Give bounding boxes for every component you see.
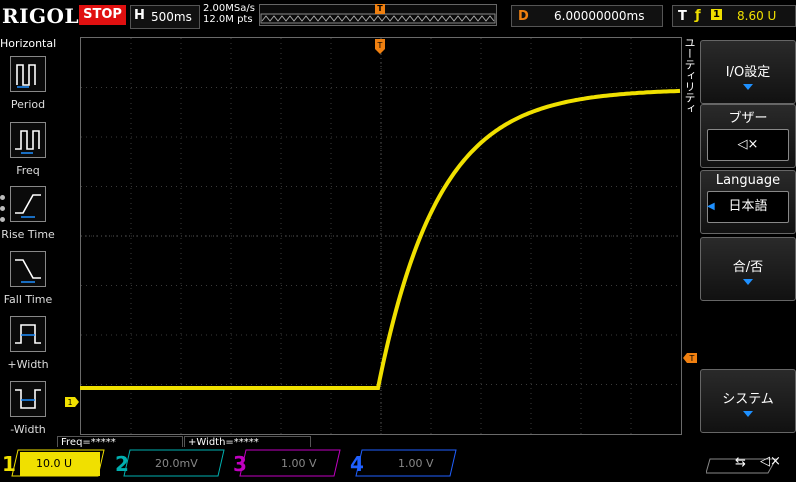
language-button[interactable]: Language ◀ 日本語 (700, 170, 796, 234)
sample-rate: 2.00MSa/s (203, 3, 255, 14)
trigger-position-marker: T (375, 4, 385, 14)
fall-time-icon (10, 251, 46, 287)
chevron-down-icon (743, 279, 753, 285)
svg-text:T: T (689, 354, 695, 363)
measure-category[interactable]: Horizontal (0, 37, 56, 50)
frequency-icon (10, 122, 46, 158)
timebase-value: 500ms (151, 10, 192, 24)
delay-label: D (518, 9, 529, 24)
measure-label: Fall Time (3, 293, 53, 306)
system-label: システム (722, 392, 774, 407)
pass-fail-button[interactable]: 合/否 (700, 237, 796, 301)
channel-scale: 1.00 V (398, 457, 434, 470)
horizontal-label: H (134, 8, 145, 23)
channel-scale: 1.00 V (281, 457, 317, 470)
rise-time-icon (10, 186, 46, 222)
chevron-down-icon (743, 84, 753, 90)
speaker-mute-icon: ◁× (707, 129, 789, 161)
buzzer-button[interactable]: ブザー ◁× (700, 104, 796, 168)
rising-edge-icon: ƒ (695, 8, 701, 23)
trigger-label: T (678, 9, 687, 24)
channel-number: 3 (233, 452, 247, 476)
channel-1-waveform (80, 88, 681, 390)
svg-text:T: T (377, 41, 383, 50)
channel-4-status[interactable]: 4 1.00 V (350, 452, 460, 476)
delay-value: 6.00000000ms (554, 9, 645, 23)
svg-text:1: 1 (67, 398, 72, 407)
period-icon (10, 56, 46, 92)
pass-fail-label: 合/否 (732, 260, 764, 275)
channel-scale: 10.0 U (36, 457, 73, 470)
language-label: Language (715, 173, 781, 188)
channel-1-status[interactable]: 1 10.0 U (0, 452, 106, 476)
channel-3-status[interactable]: 3 1.00 V (233, 452, 343, 476)
system-button[interactable]: システム (700, 369, 796, 433)
trigger-box[interactable]: T ƒ 1 8.60 U (672, 5, 796, 27)
channel-number: 2 (115, 452, 129, 476)
channel-1-trace (80, 88, 681, 390)
measure-label: Period (10, 98, 46, 111)
channel-2-status[interactable]: 2 20.0mV (115, 452, 225, 476)
trigger-level: 8.60 U (737, 9, 777, 23)
channel-number: 1 (2, 452, 16, 476)
channel-1-offset-marker[interactable]: 1 (65, 392, 79, 407)
trigger-level-marker[interactable]: T (683, 348, 697, 363)
measure-label: Rise Time (1, 228, 55, 241)
channel-scale: 20.0mV (155, 457, 198, 470)
io-settings-label: I/O設定 (725, 65, 771, 80)
chevron-down-icon (743, 411, 753, 417)
trigger-source: 1 (711, 9, 722, 20)
language-value-box: ◀ 日本語 (707, 191, 789, 223)
channel-number: 4 (350, 452, 364, 476)
measure-label: -Width (10, 423, 46, 436)
utility-menu-title: ユーティリティ (683, 37, 696, 114)
positive-width-icon (10, 316, 46, 352)
usb-icon: ⇆ (735, 455, 746, 470)
timebase-box[interactable]: H 500ms (130, 5, 200, 29)
io-settings-button[interactable]: I/O設定 (700, 40, 796, 104)
buzzer-label: ブザー (728, 111, 768, 126)
brand-logo: RIGOL (2, 4, 80, 28)
language-value: 日本語 (728, 199, 768, 214)
acquisition-info: 2.00MSa/s 12.0M pts (203, 3, 255, 25)
negative-width-icon (10, 381, 46, 417)
memory-depth: 12.0M pts (203, 14, 253, 25)
speaker-mute-icon: ◁× (760, 454, 781, 469)
chevron-left-icon: ◀ (707, 201, 715, 212)
measure-label: Freq (16, 164, 40, 177)
trigger-position-marker-top: T (374, 39, 386, 54)
menu-page-indicator (0, 195, 6, 228)
delay-box[interactable]: D 6.00000000ms (511, 5, 663, 27)
run-stop-status[interactable]: STOP (79, 5, 126, 25)
measure-label: +Width (7, 358, 49, 371)
